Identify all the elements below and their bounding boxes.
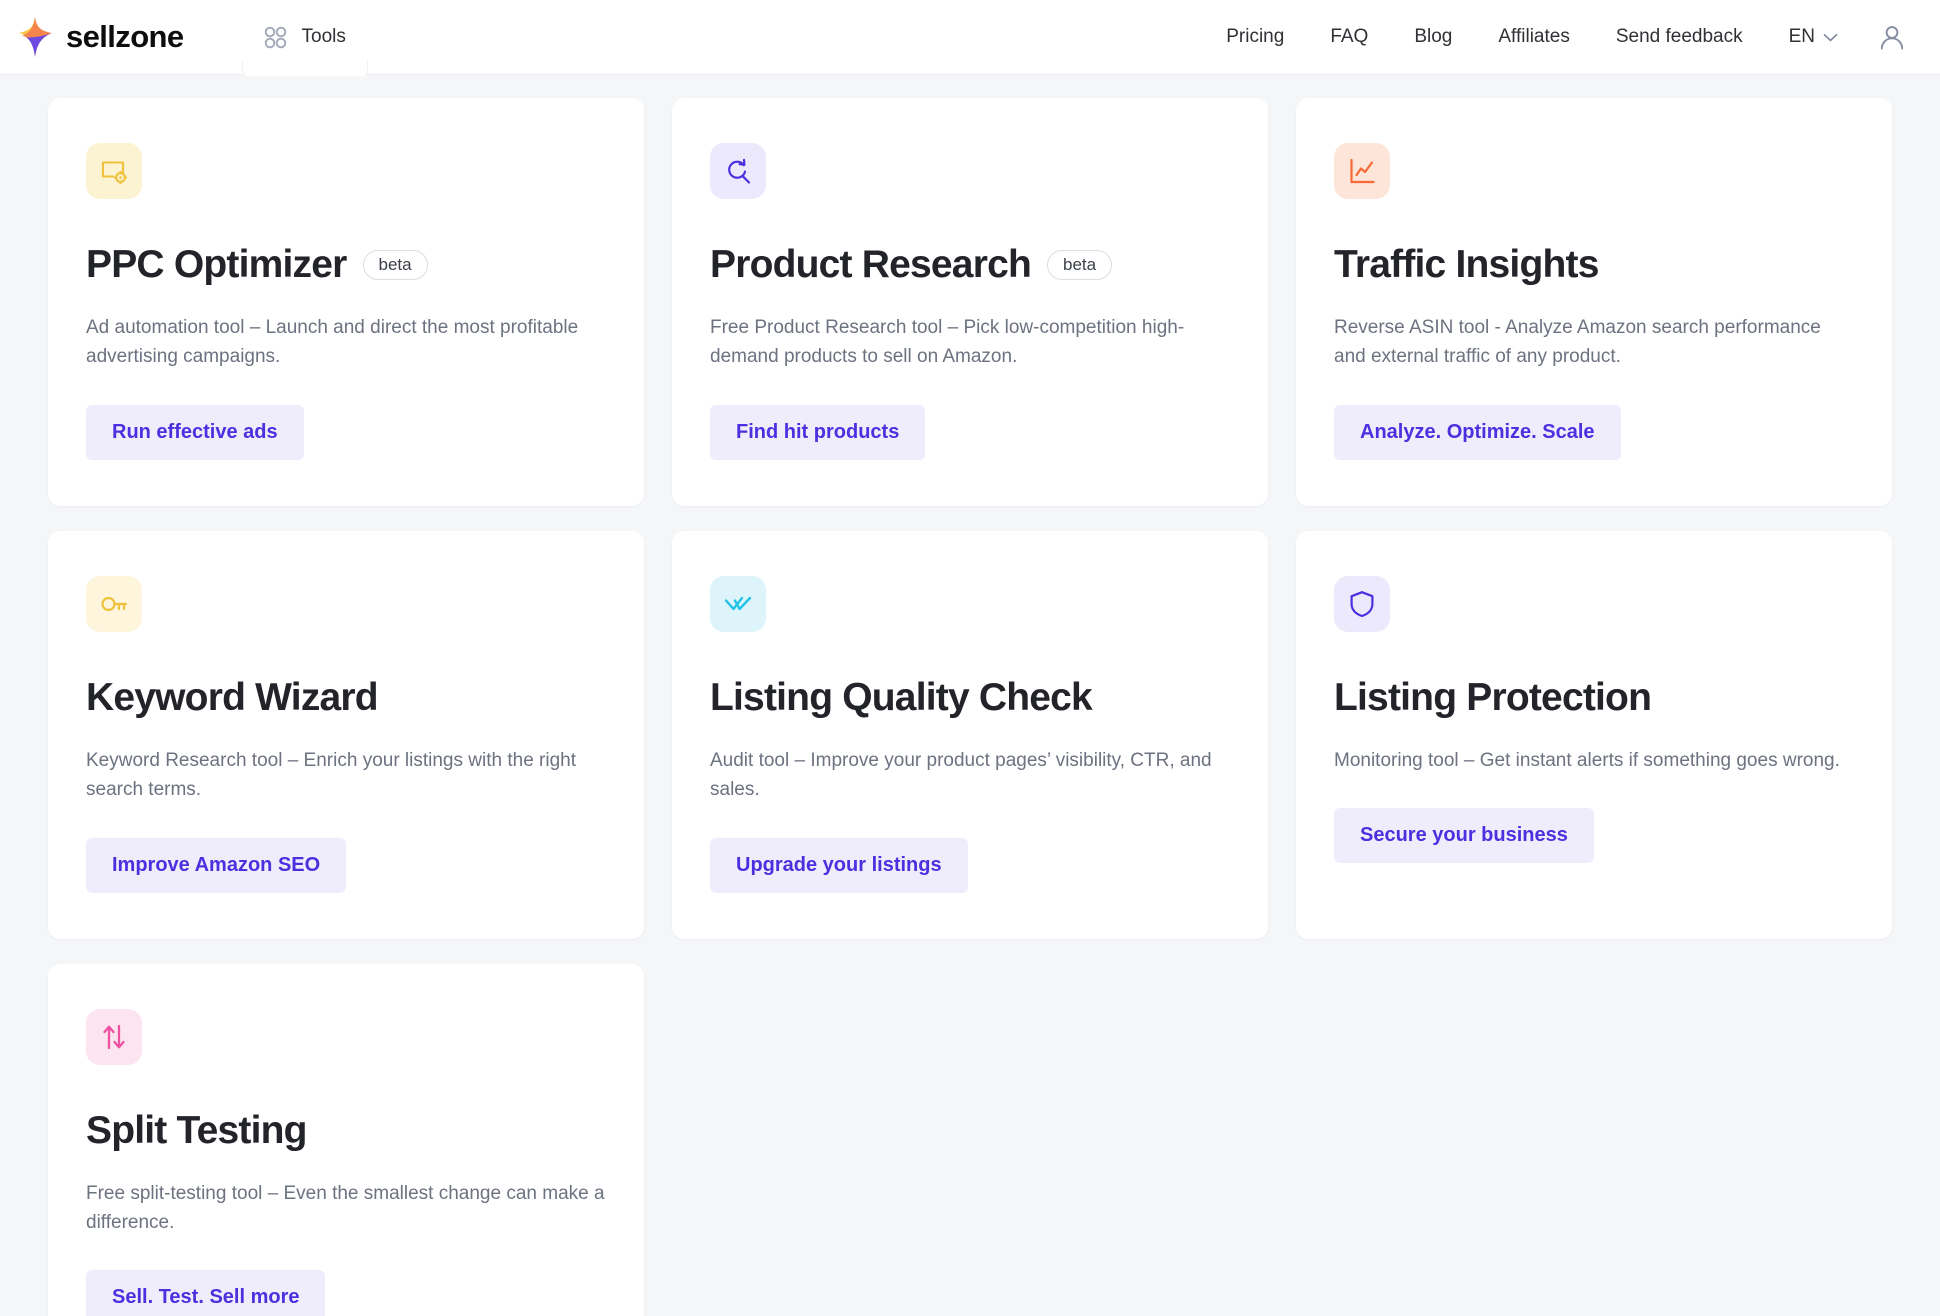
sellzone-star-logo-icon — [14, 16, 56, 58]
cta-upgrade-your-listings[interactable]: Upgrade your listings — [710, 837, 968, 893]
nav-link-faq[interactable]: FAQ — [1307, 26, 1391, 48]
line-chart-icon-tile — [1334, 143, 1390, 199]
tool-card-product-research[interactable]: Product Research beta Free Product Resea… — [672, 98, 1268, 506]
language-selector[interactable]: EN — [1766, 26, 1860, 48]
card-description: Free Product Research tool – Pick low-co… — [710, 316, 1185, 368]
card-title: Listing Protection — [1334, 675, 1652, 719]
card-description: Reverse ASIN tool - Analyze Amazon searc… — [1334, 316, 1821, 368]
card-title-row: Traffic Insights — [1334, 243, 1854, 286]
card-title-row: PPC Optimizer beta — [86, 243, 606, 286]
tool-card-listing-protection[interactable]: Listing Protection Monitoring tool – Get… — [1296, 530, 1892, 939]
nav-link-blog[interactable]: Blog — [1391, 26, 1475, 48]
magnifier-refresh-icon-tile — [710, 143, 766, 199]
brand-logo-link[interactable]: sellzone — [14, 16, 184, 58]
card-title: Traffic Insights — [1334, 243, 1599, 286]
card-description: Keyword Research tool – Enrich your list… — [86, 749, 577, 801]
nav-link-affiliates[interactable]: Affiliates — [1475, 26, 1592, 48]
tool-card-traffic-insights[interactable]: Traffic Insights Reverse ASIN tool - Ana… — [1296, 98, 1892, 506]
card-title: Product Research — [710, 243, 1032, 286]
nav-link-send-feedback[interactable]: Send feedback — [1593, 26, 1766, 48]
beta-badge: beta — [362, 250, 428, 281]
cta-secure-your-business[interactable]: Secure your business — [1334, 808, 1594, 864]
language-value: EN — [1788, 26, 1815, 47]
tools-grid: PPC Optimizer beta Ad automation tool – … — [0, 75, 1940, 1316]
double-check-icon — [723, 589, 753, 619]
cta-analyze-optimize-scale[interactable]: Analyze. Optimize. Scale — [1334, 404, 1621, 460]
header-nav: Pricing FAQ Blog Affiliates Send feedbac… — [1203, 17, 1912, 57]
card-title-row: Listing Quality Check — [710, 675, 1230, 719]
user-avatar-icon — [1877, 22, 1907, 52]
arrows-up-down-icon-tile — [86, 1008, 142, 1065]
monitor-gear-icon-tile — [86, 143, 142, 199]
card-title-row: Split Testing — [86, 1108, 606, 1152]
key-icon-tile — [86, 575, 142, 632]
card-description: Monitoring tool – Get instant alerts if … — [1334, 749, 1840, 771]
shield-icon — [1347, 589, 1377, 619]
key-icon — [99, 589, 129, 619]
card-title-row: Listing Protection — [1334, 675, 1854, 719]
tool-card-ppc-optimizer[interactable]: PPC Optimizer beta Ad automation tool – … — [48, 98, 644, 506]
card-title: Split Testing — [86, 1108, 308, 1152]
tool-card-listing-quality-check[interactable]: Listing Quality Check Audit tool – Impro… — [672, 530, 1268, 939]
card-description: Free split-testing tool – Even the small… — [86, 1182, 605, 1233]
cta-improve-amazon-seo[interactable]: Improve Amazon SEO — [86, 837, 347, 893]
card-title: Keyword Wizard — [86, 675, 379, 719]
nav-tools[interactable]: Tools — [241, 0, 369, 76]
cta-find-hit-products[interactable]: Find hit products — [710, 404, 926, 460]
card-title: Listing Quality Check — [710, 675, 1093, 719]
card-title: PPC Optimizer — [86, 243, 347, 286]
card-title-row: Keyword Wizard — [86, 675, 606, 719]
magnifier-refresh-icon — [723, 156, 753, 186]
card-title-row: Product Research beta — [710, 243, 1230, 286]
tool-card-split-testing[interactable]: Split Testing Free split-testing tool – … — [48, 963, 644, 1316]
shield-icon-tile — [1334, 575, 1390, 632]
line-chart-icon — [1347, 156, 1377, 186]
chevron-down-icon — [1823, 33, 1838, 42]
site-header: sellzone Tools Pricing FAQ Blog Affiliat… — [0, 0, 1940, 76]
account-button[interactable] — [1872, 17, 1912, 57]
nav-tools-label: Tools — [301, 26, 346, 47]
nav-link-pricing[interactable]: Pricing — [1203, 26, 1307, 48]
arrows-up-down-icon — [99, 1022, 129, 1052]
monitor-gear-icon — [99, 156, 129, 186]
grid-apps-icon — [264, 26, 287, 49]
brand-name: sellzone — [66, 19, 184, 54]
double-check-icon-tile — [710, 575, 766, 632]
card-description: Audit tool – Improve your product pages’… — [710, 749, 1212, 801]
tool-card-keyword-wizard[interactable]: Keyword Wizard Keyword Research tool – E… — [48, 530, 644, 939]
beta-badge: beta — [1047, 250, 1113, 281]
card-description: Ad automation tool – Launch and direct t… — [86, 316, 579, 368]
cta-run-effective-ads[interactable]: Run effective ads — [86, 404, 304, 460]
cta-sell-test-sell-more[interactable]: Sell. Test. Sell more — [86, 1270, 326, 1316]
